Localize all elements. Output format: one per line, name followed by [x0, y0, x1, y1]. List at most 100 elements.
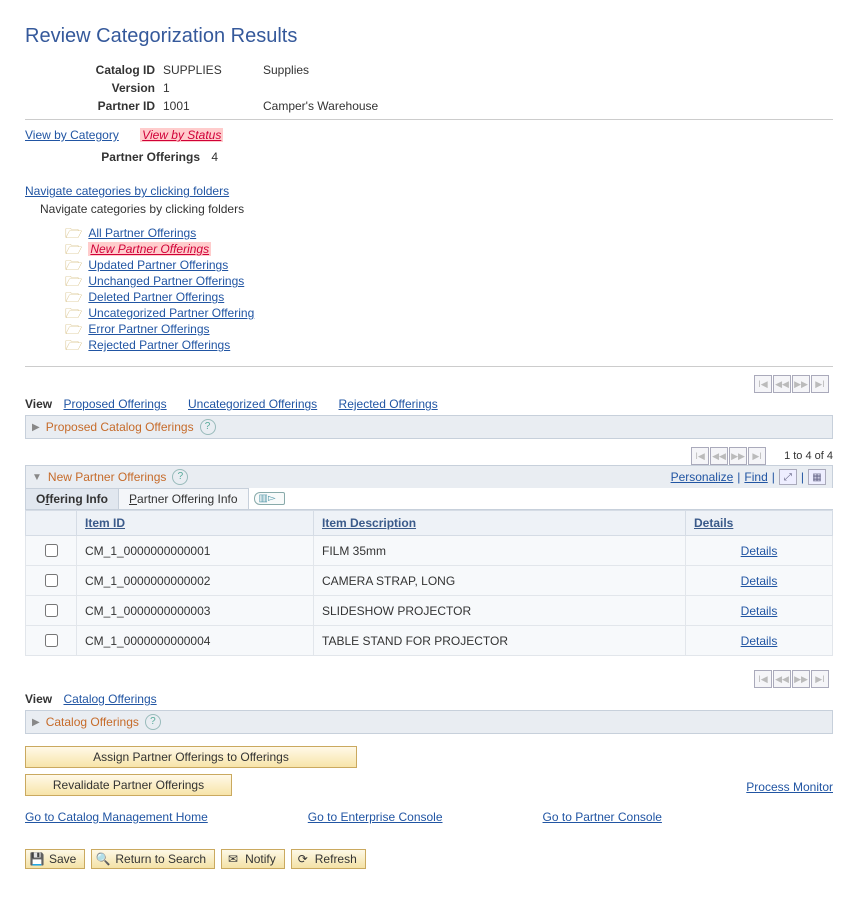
- next-page-icon[interactable]: ▶▶: [729, 447, 747, 465]
- folder-deleted-partner-offerings[interactable]: Deleted Partner Offerings: [88, 290, 224, 304]
- uncategorized-offerings-link[interactable]: Uncategorized Offerings: [188, 397, 317, 411]
- folder-icon: 🗁: [65, 322, 82, 336]
- table-row: CM_1_0000000000004 TABLE STAND FOR PROJE…: [26, 626, 833, 656]
- personalize-link[interactable]: Personalize: [671, 470, 734, 484]
- return-to-search-button[interactable]: 🔍 Return to Search: [91, 849, 215, 869]
- header-info: Catalog ID SUPPLIES Supplies Version 1 P…: [65, 63, 833, 113]
- help-icon[interactable]: ?: [172, 469, 188, 485]
- refresh-icon: ⟳: [296, 852, 310, 866]
- details-link[interactable]: Details: [741, 604, 778, 618]
- details-link[interactable]: Details: [741, 574, 778, 588]
- item-id-column-header[interactable]: Item ID: [77, 511, 314, 536]
- folder-all-partner-offerings[interactable]: All Partner Offerings: [88, 226, 196, 240]
- next-page-icon[interactable]: ▶▶: [792, 375, 810, 393]
- folder-unchanged-partner-offerings[interactable]: Unchanged Partner Offerings: [88, 274, 244, 288]
- last-page-icon[interactable]: ▶I: [748, 447, 766, 465]
- show-all-columns-icon[interactable]: ▥▻: [254, 492, 285, 505]
- view3-label: View: [25, 692, 52, 706]
- item-desc-cell: FILM 35mm: [314, 536, 686, 566]
- item-id-cell: CM_1_0000000000002: [77, 566, 314, 596]
- save-button[interactable]: 💾 Save: [25, 849, 85, 869]
- grid2-tabs: Offering Info Partner Offering Info ▥▻: [25, 488, 833, 510]
- catalog-offerings-title: Catalog Offerings: [46, 715, 139, 729]
- revalidate-partner-offerings-button[interactable]: Revalidate Partner Offerings: [25, 774, 232, 796]
- download-grid-icon[interactable]: ▦: [808, 469, 826, 485]
- expand-icon[interactable]: ▶: [32, 717, 40, 728]
- prev-page-icon[interactable]: ◀◀: [773, 670, 791, 688]
- folder-updated-partner-offerings[interactable]: Updated Partner Offerings: [88, 258, 228, 272]
- partner-name: Camper's Warehouse: [263, 99, 378, 113]
- catalog-id-label: Catalog ID: [65, 63, 163, 77]
- partner-id-value: 1001: [163, 99, 263, 113]
- tab-partner-offering-info[interactable]: Partner Offering Info: [118, 488, 249, 509]
- next-page-icon[interactable]: ▶▶: [792, 670, 810, 688]
- item-id-cell: CM_1_0000000000004: [77, 626, 314, 656]
- view-by-status-link[interactable]: View by Status: [140, 128, 223, 142]
- process-monitor-link[interactable]: Process Monitor: [746, 780, 833, 794]
- help-icon[interactable]: ?: [200, 419, 216, 435]
- refresh-button[interactable]: ⟳ Refresh: [291, 849, 366, 869]
- last-page-icon[interactable]: ▶I: [811, 375, 829, 393]
- view-by-category-link[interactable]: View by Category: [25, 128, 119, 142]
- folder-icon: 🗁: [65, 306, 82, 320]
- grid1-nav: I◀ ◀◀ ▶▶ ▶I: [25, 375, 829, 393]
- item-id-cell: CM_1_0000000000003: [77, 596, 314, 626]
- prev-page-icon[interactable]: ◀◀: [710, 447, 728, 465]
- folder-uncategorized-partner-offering[interactable]: Uncategorized Partner Offering: [88, 306, 254, 320]
- folder-new-partner-offerings[interactable]: New Partner Offerings: [88, 242, 211, 256]
- row-checkbox[interactable]: [45, 604, 58, 617]
- go-to-enterprise-console-link[interactable]: Go to Enterprise Console: [308, 810, 443, 824]
- proposed-offerings-link[interactable]: Proposed Offerings: [63, 397, 166, 411]
- go-to-catalog-home-link[interactable]: Go to Catalog Management Home: [25, 810, 208, 824]
- table-row: CM_1_0000000000003 SLIDESHOW PROJECTOR D…: [26, 596, 833, 626]
- details-link[interactable]: Details: [741, 634, 778, 648]
- proposed-catalog-offerings-title: Proposed Catalog Offerings: [46, 420, 194, 434]
- item-desc-cell: TABLE STAND FOR PROJECTOR: [314, 626, 686, 656]
- collapse-icon[interactable]: ▼: [32, 472, 42, 483]
- folder-icon: 🗁: [65, 242, 82, 256]
- folder-rejected-partner-offerings[interactable]: Rejected Partner Offerings: [88, 338, 230, 352]
- details-link[interactable]: Details: [741, 544, 778, 558]
- assign-partner-offerings-button[interactable]: Assign Partner Offerings to Offerings: [25, 746, 357, 768]
- item-id-cell: CM_1_0000000000001: [77, 536, 314, 566]
- row-checkbox[interactable]: [45, 574, 58, 587]
- offerings-table: Item ID Item Description Details CM_1_00…: [25, 510, 833, 656]
- folder-error-partner-offerings[interactable]: Error Partner Offerings: [88, 322, 209, 336]
- navigate-folders-subtitle: Navigate categories by clicking folders: [40, 202, 833, 216]
- folder-icon: 🗁: [65, 274, 82, 288]
- checkbox-column-header: [26, 511, 77, 536]
- details-column-header[interactable]: Details: [686, 511, 833, 536]
- notify-button[interactable]: ✉ Notify: [221, 849, 285, 869]
- catalog-name: Supplies: [263, 63, 309, 77]
- prev-page-icon[interactable]: ◀◀: [773, 375, 791, 393]
- catalog-offerings-link[interactable]: Catalog Offerings: [63, 692, 156, 706]
- find-link[interactable]: Find: [744, 470, 767, 484]
- tab-offering-info[interactable]: Offering Info: [25, 488, 119, 509]
- expand-icon[interactable]: ▶: [32, 422, 40, 433]
- table-row: CM_1_0000000000001 FILM 35mm Details: [26, 536, 833, 566]
- first-page-icon[interactable]: I◀: [754, 670, 772, 688]
- catalog-offerings-bar[interactable]: ▶ Catalog Offerings ?: [25, 710, 833, 734]
- new-partner-offerings-bar: ▼ New Partner Offerings ? Personalize | …: [25, 465, 833, 489]
- row-checkbox[interactable]: [45, 634, 58, 647]
- zoom-grid-icon[interactable]: ⤢: [779, 469, 797, 485]
- go-to-partner-console-link[interactable]: Go to Partner Console: [543, 810, 662, 824]
- proposed-catalog-offerings-bar[interactable]: ▶ Proposed Catalog Offerings ?: [25, 415, 833, 439]
- folder-icon: 🗁: [65, 226, 82, 240]
- grid3-nav: I◀ ◀◀ ▶▶ ▶I: [25, 670, 829, 688]
- page-title: Review Categorization Results: [25, 25, 833, 48]
- navigate-folders-title[interactable]: Navigate categories by clicking folders: [25, 184, 833, 198]
- rejected-offerings-link[interactable]: Rejected Offerings: [339, 397, 438, 411]
- item-desc-cell: CAMERA STRAP, LONG: [314, 566, 686, 596]
- new-partner-offerings-title: New Partner Offerings: [48, 470, 167, 484]
- item-desc-cell: SLIDESHOW PROJECTOR: [314, 596, 686, 626]
- first-page-icon[interactable]: I◀: [754, 375, 772, 393]
- help-icon[interactable]: ?: [145, 714, 161, 730]
- version-label: Version: [65, 81, 163, 95]
- last-page-icon[interactable]: ▶I: [811, 670, 829, 688]
- first-page-icon[interactable]: I◀: [691, 447, 709, 465]
- row-checkbox[interactable]: [45, 544, 58, 557]
- notify-icon: ✉: [226, 852, 240, 866]
- item-description-column-header[interactable]: Item Description: [314, 511, 686, 536]
- view-mode-tabs: View by Category View by Status: [25, 128, 833, 142]
